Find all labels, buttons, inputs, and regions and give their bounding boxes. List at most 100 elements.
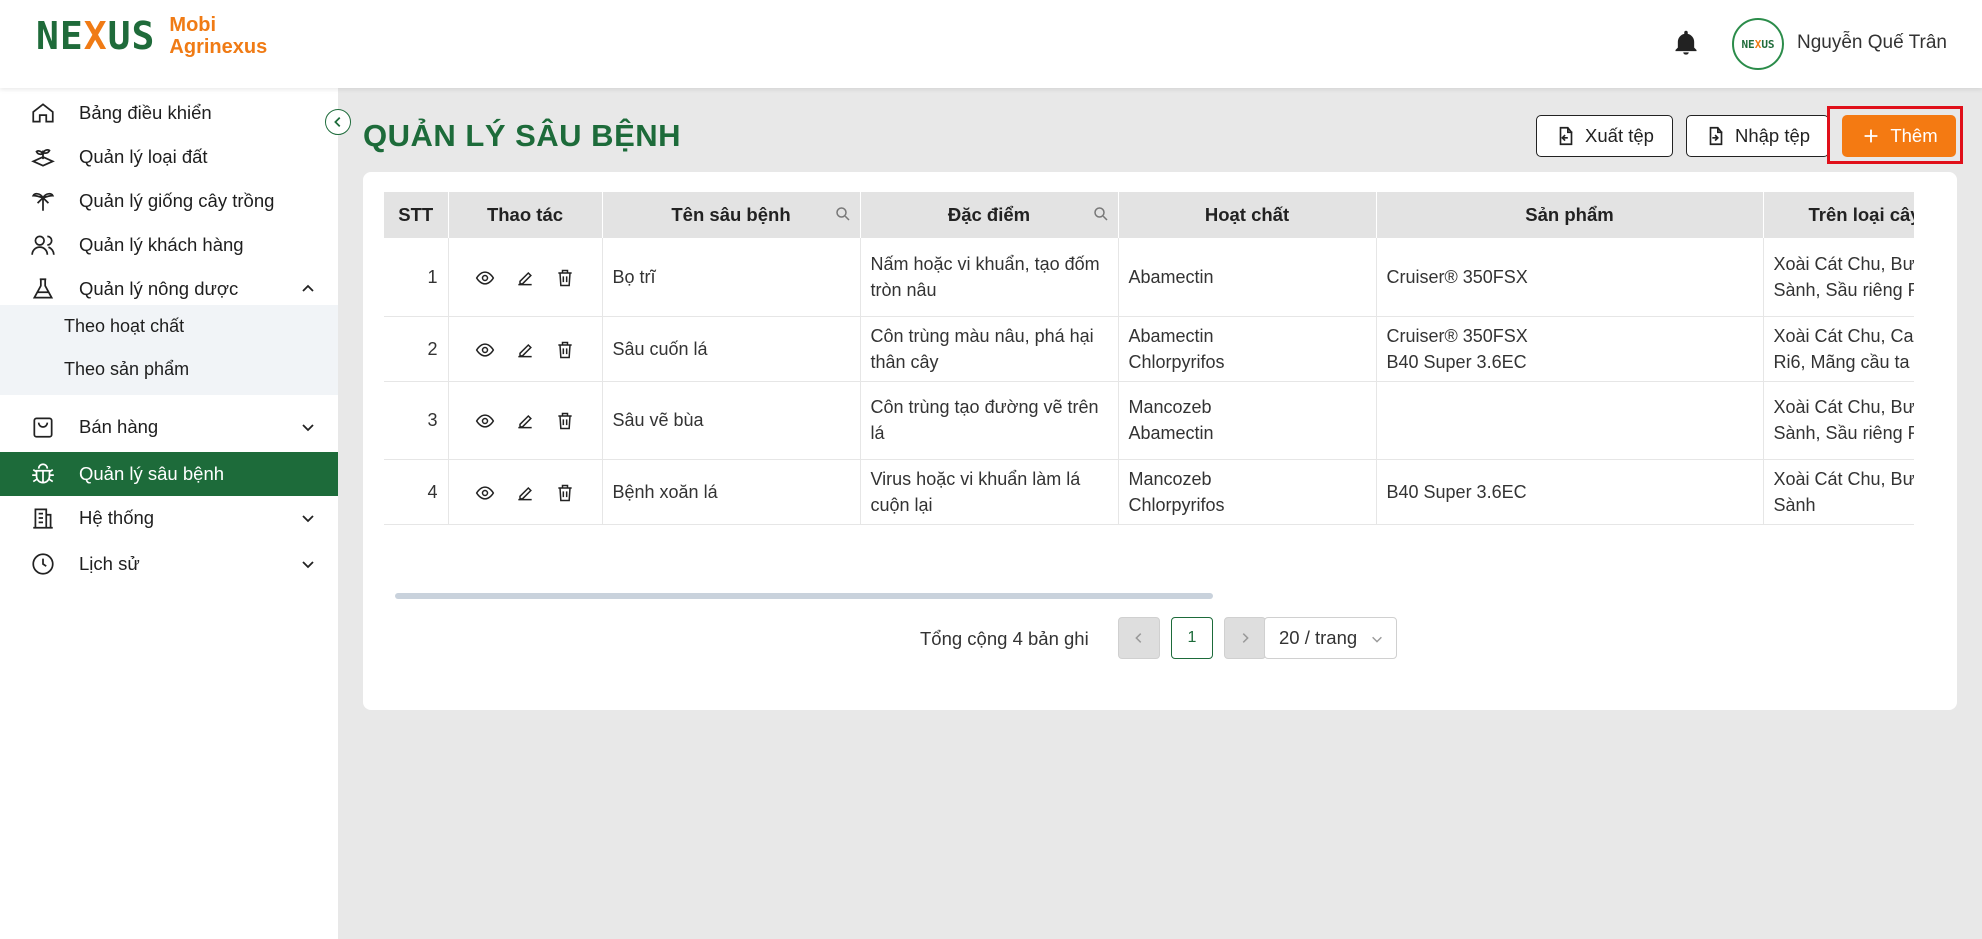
sidebar-item-label: Hệ thống	[79, 507, 155, 528]
chevron-down-icon	[302, 561, 314, 569]
submenu: Theo hoạt chất Theo sản phẩm	[0, 305, 338, 395]
column-header: Đặc điểm	[860, 192, 1119, 238]
page-button[interactable]: 1	[1171, 617, 1213, 659]
next-page-button[interactable]	[1224, 617, 1266, 659]
pagination: Tổng cộng 4 bản ghi 1 20 / trang	[363, 617, 1957, 661]
highlight-box	[1827, 106, 1963, 164]
edit-icon[interactable]	[515, 268, 535, 288]
sidebar-item-customers[interactable]: Quản lý khách hàng	[0, 223, 338, 267]
sidebar-item-label: Quản lý sâu bệnh	[79, 463, 225, 484]
bug-icon	[32, 463, 54, 484]
search-icon[interactable]	[1092, 205, 1110, 223]
cell-line: Chlorpyrifos	[1128, 494, 1225, 515]
export-icon	[1559, 126, 1573, 146]
sidebar-item-soil[interactable]: Quản lý loại đất	[0, 135, 338, 179]
table-row[interactable]: 3 Sâu vẽ bùa Côn trùng tạo đường vẽ trên l…	[384, 381, 1934, 460]
cell-actions	[448, 381, 603, 460]
sidebar-item-history[interactable]: Lịch sử	[0, 542, 338, 586]
building-icon	[33, 508, 53, 529]
prev-page-button[interactable]	[1118, 617, 1160, 659]
brand-logo[interactable]: NEXUS Mobi Agrinexus	[36, 14, 267, 58]
trash-icon[interactable]	[555, 483, 575, 503]
table-row[interactable]: 2 Sâu cuốn lá Côn trùng màu nâu, phá hại t…	[384, 316, 1934, 382]
submenu-item-by-product[interactable]: Theo sản phẩm	[64, 359, 189, 380]
column-header: STT	[384, 192, 449, 238]
table-row[interactable]: 1 Bọ trĩ Nấm hoặc vi khuẩn, tạo đốm tròn n…	[384, 238, 1934, 317]
trash-icon[interactable]	[555, 411, 575, 431]
edit-icon[interactable]	[515, 411, 535, 431]
trash-icon[interactable]	[555, 340, 575, 360]
logo-mark: NEXUS	[36, 14, 156, 58]
trash-icon[interactable]	[555, 268, 575, 288]
cell-description: Virus hoặc vi khuẩn làm lá cuộn lại	[860, 459, 1119, 525]
bell-icon[interactable]	[1672, 28, 1700, 58]
sidebar-item-sales[interactable]: Bán hàng	[0, 405, 338, 449]
cell-products: B40 Super 3.6EC	[1376, 459, 1764, 525]
user-name[interactable]: Nguyễn Quế Trân	[1797, 32, 1947, 54]
eye-icon[interactable]	[475, 340, 495, 360]
cell-products	[1376, 381, 1764, 460]
eye-icon[interactable]	[475, 411, 495, 431]
sidebar-item-label: Quản lý giống cây trồng	[79, 190, 275, 211]
cell-name: Bọ trĩ	[602, 238, 861, 317]
sidebar-item-pests[interactable]: Quản lý sâu bệnh	[0, 452, 338, 496]
import-icon	[1709, 126, 1723, 146]
eye-icon[interactable]	[475, 483, 495, 503]
cell-actions	[448, 459, 603, 525]
chevron-right-icon	[1242, 633, 1249, 643]
edit-icon[interactable]	[515, 340, 535, 360]
cell-actions	[448, 238, 603, 317]
clock-icon	[32, 553, 54, 575]
horizontal-scrollbar[interactable]	[395, 593, 1213, 599]
cell-crops: Xoài Cát Chu, Bưởi Da Xanh, Cam Sành	[1763, 459, 1934, 525]
sidebar-item-dashboard[interactable]: Bảng điều khiển	[0, 91, 338, 135]
cell-name: Sâu vẽ bùa	[602, 381, 861, 460]
soil-icon	[31, 148, 55, 167]
cell-line: Mancozeb	[1128, 468, 1212, 489]
cell-crops: Xoài Cát Chu, Bưởi Da Xanh, Cam Sành, Sầ…	[1763, 381, 1934, 460]
cell-products: Cruiser® 350FSX B40 Super 3.6EC	[1376, 316, 1764, 382]
table-row[interactable]: 4 Bệnh xoăn lá Virus hoặc vi khuẩn làm lá …	[384, 459, 1934, 525]
chevron-down-icon	[1372, 636, 1382, 643]
brand-name: Mobi Agrinexus	[169, 14, 267, 58]
edit-icon[interactable]	[515, 483, 535, 503]
column-header-label: Đặc điểm	[947, 204, 1031, 225]
search-icon[interactable]	[834, 205, 852, 223]
vertical-scrollbar[interactable]	[1914, 192, 1934, 602]
import-label: Nhập tệp	[1734, 125, 1811, 146]
cell-line: Chlorpyrifos	[1128, 351, 1225, 372]
column-header: Hoạt chất	[1118, 192, 1377, 238]
top-header: NEXUS Mobi Agrinexus NE X US Nguyễn Quế Tr…	[0, 0, 1982, 88]
sidebar-item-system[interactable]: Hệ thống	[0, 496, 338, 540]
sidebar-item-label: Bảng điều khiển	[79, 102, 212, 123]
cell-line: B40 Super 3.6EC	[1386, 481, 1527, 502]
cell-description: Côn trùng màu nâu, phá hại thân cây	[860, 316, 1119, 382]
plant-icon	[31, 192, 55, 211]
cell-name: Bệnh xoăn lá	[602, 459, 861, 525]
brand-line1: Mobi	[169, 14, 217, 36]
collapse-sidebar-button[interactable]	[325, 109, 351, 135]
chevron-left-icon	[334, 117, 341, 127]
cell-ingredients: Abamectin	[1118, 238, 1377, 317]
sidebar-item-label: Bán hàng	[79, 416, 159, 437]
chevron-left-icon	[1135, 633, 1142, 643]
column-header: Thao tác	[448, 192, 603, 238]
page-size-select[interactable]: 20 / trang	[1264, 617, 1397, 659]
export-button[interactable]: Xuất tệp	[1536, 115, 1673, 157]
cell-crops: Xoài Cát Chu, Bưởi Da Xanh, Cam Sành, Sầ…	[1763, 238, 1934, 317]
cell-ingredients: Mancozeb Chlorpyrifos	[1118, 459, 1377, 525]
sidebar-item-label: Lịch sử	[79, 553, 140, 574]
total-records: Tổng cộng 4 bản ghi	[920, 628, 1089, 649]
chevron-down-icon	[302, 424, 314, 432]
eye-icon[interactable]	[475, 268, 495, 288]
column-header-label: Tên sâu bệnh	[671, 204, 791, 225]
cell-line: B40 Super 3.6EC	[1386, 351, 1527, 372]
cell-stt: 3	[384, 381, 449, 460]
avatar[interactable]: NE X US	[1732, 18, 1784, 70]
home-icon	[32, 103, 54, 123]
cell-products: Cruiser® 350FSX	[1376, 238, 1764, 317]
import-button[interactable]: Nhập tệp	[1686, 115, 1829, 157]
column-header: Trên loại cây trồng	[1763, 192, 1934, 238]
submenu-item-by-ingredient[interactable]: Theo hoạt chất	[64, 316, 184, 337]
sidebar-item-plants[interactable]: Quản lý giống cây trồng	[0, 179, 338, 223]
